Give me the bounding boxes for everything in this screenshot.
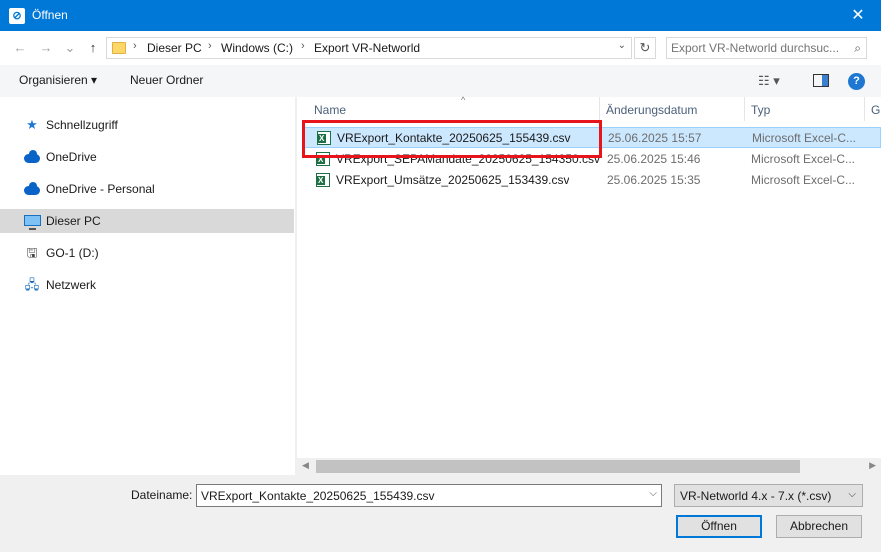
file-name: VRExport_Umsätze_20250625_153439.csv [336,173,570,187]
file-date: 25.06.2025 15:35 [607,173,701,187]
filename-input[interactable] [201,488,631,503]
scrollbar-thumb[interactable] [316,460,800,473]
dialog-footer: Dateiname: ⌵ VR-Networld 4.x - 7.x (*.cs… [0,475,881,552]
breadcrumb-separator[interactable]: › [133,40,137,52]
horizontal-scrollbar[interactable]: ◀ ▶ [297,458,881,475]
file-type: Microsoft Excel-C... [752,131,857,145]
column-header-size[interactable]: G [865,97,881,121]
sidebar-item-onedrive-personal[interactable]: OneDrive - Personal [0,177,294,201]
back-arrow-icon[interactable]: ← [11,38,29,58]
sidebar-item-label: Netzwerk [46,278,97,292]
filename-combobox[interactable]: ⌵ [196,484,662,507]
sidebar-item-label: OneDrive [46,150,97,164]
open-button[interactable]: Öffnen [676,515,762,538]
address-dropdown-icon[interactable]: ⌄ [618,40,626,51]
refresh-button[interactable]: ↻ [634,37,656,59]
preview-pane-icon[interactable] [813,74,829,87]
filename-label: Dateiname: [131,488,193,502]
chevron-down-icon: ⌵ [848,489,856,500]
folder-icon [112,42,126,54]
highlight-annotation-box [302,120,602,158]
cloud-icon [24,150,40,163]
file-type: Microsoft Excel-C... [751,173,856,187]
star-icon: ★ [26,117,38,132]
sidebar-item-label: Dieser PC [46,214,101,228]
scroll-right-icon[interactable]: ▶ [869,460,876,471]
sort-ascending-icon: ^ [461,95,466,105]
computer-icon [24,215,41,230]
column-header-date[interactable]: Änderungsdatum [600,97,745,121]
view-options-icon[interactable]: ☷ ▾ [758,73,780,89]
excel-file-icon: X [316,173,330,187]
navigation-bar: ← → ⌄ ↑ › Dieser PC › Windows (C:) › Exp… [0,31,881,65]
file-row[interactable]: X VRExport_Umsätze_20250625_153439.csv 2… [304,170,881,191]
sidebar-item-onedrive[interactable]: OneDrive [0,145,294,169]
forward-arrow-icon[interactable]: → [37,38,55,58]
up-arrow-icon[interactable]: ↑ [84,38,102,58]
sidebar-item-label: GO-1 (D:) [46,246,99,260]
sidebar-item-schnellzugriff[interactable]: ★ Schnellzugriff [0,113,294,137]
organize-button[interactable]: Organisieren ▾ [19,73,97,87]
sidebar-item-label: OneDrive - Personal [46,182,155,196]
file-type-filter-value: VR-Networld 4.x - 7.x (*.csv) [680,489,832,503]
file-date: 25.06.2025 15:57 [608,131,702,145]
address-bar[interactable]: › Dieser PC › Windows (C:) › Export VR-N… [106,37,632,59]
sidebar-item-label: Schnellzugriff [46,118,118,132]
title-bar: ⊘ Öffnen ✕ [0,0,881,31]
app-icon: ⊘ [9,8,25,24]
file-type: Microsoft Excel-C... [751,152,856,166]
sidebar-item-go-1[interactable]: 🖫 GO-1 (D:) [0,241,294,265]
breadcrumb-export-vr-networld[interactable]: Export VR-Networld [314,41,420,55]
command-bar: Organisieren ▾ Neuer Ordner ☷ ▾ ? [0,65,881,97]
breadcrumb-dieser-pc[interactable]: Dieser PC [147,41,202,55]
file-type-filter-select[interactable]: VR-Networld 4.x - 7.x (*.csv) ⌵ [674,484,863,507]
search-input[interactable] [671,40,843,56]
column-header-type[interactable]: Typ [745,97,865,121]
cloud-icon [24,182,40,195]
chevron-down-icon[interactable]: ⌵ [649,488,657,499]
window-title: Öffnen [32,8,68,22]
sidebar-item-dieser-pc[interactable]: Dieser PC [0,209,294,233]
new-folder-button[interactable]: Neuer Ordner [130,73,203,87]
cancel-button[interactable]: Abbrechen [776,515,862,538]
breadcrumb-separator[interactable]: › [208,40,212,52]
column-header-name[interactable]: Name ^ [308,95,600,121]
breadcrumb-separator[interactable]: › [301,40,305,52]
file-date: 25.06.2025 15:46 [607,152,701,166]
usb-drive-icon: 🖫 [26,245,38,260]
recent-locations-icon[interactable]: ⌄ [61,38,79,58]
sidebar-item-netzwerk[interactable]: 🖧 Netzwerk [0,273,294,297]
close-button[interactable]: ✕ [835,0,881,31]
help-icon[interactable]: ? [848,73,865,90]
network-icon: 🖧 [24,277,40,292]
scroll-left-icon[interactable]: ◀ [302,460,309,471]
breadcrumb-windows-c[interactable]: Windows (C:) [221,41,293,55]
navigation-pane: ★ Schnellzugriff OneDrive OneDrive - Per… [0,97,295,455]
search-icon: ⌕ [854,41,861,55]
search-box[interactable]: ⌕ [666,37,867,59]
